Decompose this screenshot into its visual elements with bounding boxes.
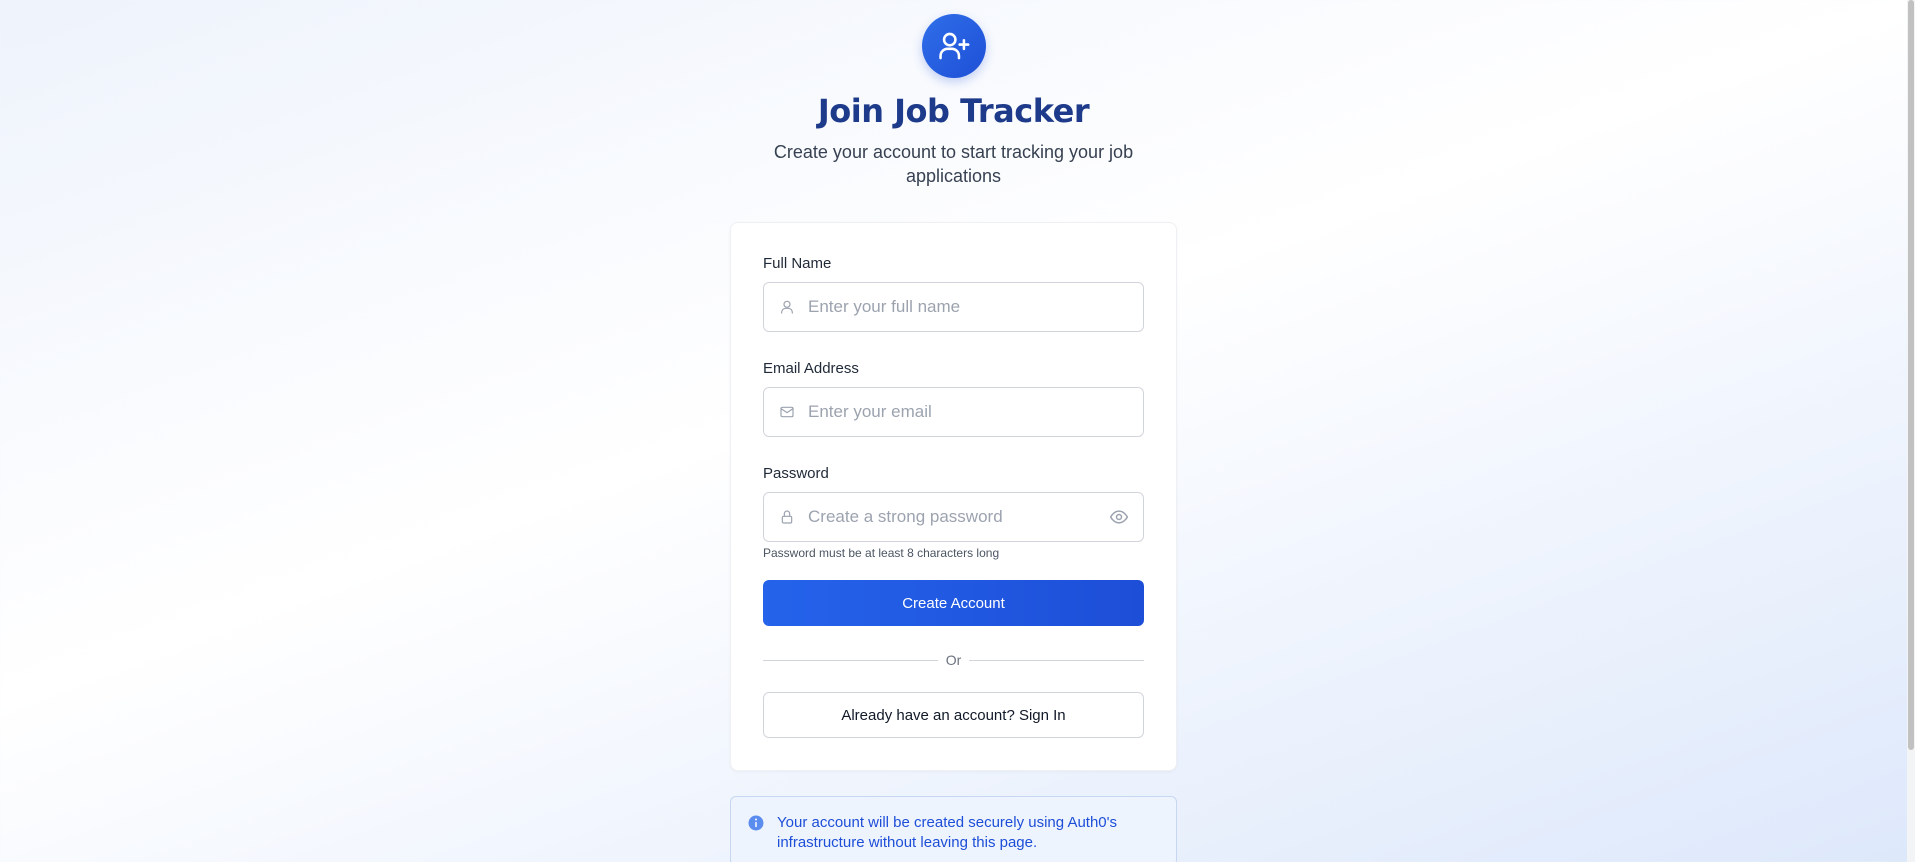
full-name-field[interactable] bbox=[763, 282, 1144, 332]
password-input[interactable] bbox=[808, 507, 1109, 527]
scrollbar-thumb[interactable] bbox=[1908, 0, 1914, 750]
signup-page: Join Job Tracker Create your account to … bbox=[0, 0, 1907, 862]
info-icon bbox=[747, 814, 765, 837]
create-account-button[interactable]: Create Account bbox=[763, 580, 1144, 626]
scrollbar[interactable] bbox=[1907, 0, 1915, 862]
user-plus-icon bbox=[938, 32, 969, 60]
page-title: Join Job Tracker bbox=[817, 92, 1090, 130]
password-hint: Password must be at least 8 characters l… bbox=[763, 546, 1000, 560]
email-group: Email Address bbox=[763, 360, 1144, 437]
password-field[interactable] bbox=[763, 492, 1144, 542]
eye-icon[interactable] bbox=[1109, 507, 1129, 527]
full-name-group: Full Name bbox=[763, 255, 1144, 332]
lock-icon bbox=[778, 508, 796, 526]
full-name-label: Full Name bbox=[763, 255, 832, 272]
password-label: Password bbox=[763, 465, 829, 482]
page-subtitle: Create your account to start tracking yo… bbox=[773, 142, 1134, 186]
sign-in-button[interactable]: Already have an account? Sign In bbox=[763, 692, 1144, 738]
info-text: Your account will be created securely us… bbox=[777, 814, 1118, 851]
divider-line-right bbox=[969, 659, 1144, 661]
info-banner: Your account will be created securely us… bbox=[730, 796, 1177, 862]
divider-text: Or bbox=[945, 652, 962, 668]
divider-line-left bbox=[763, 659, 938, 661]
password-group: Password Password must be at least 8 cha… bbox=[763, 465, 1144, 560]
email-field[interactable] bbox=[763, 387, 1144, 437]
email-input[interactable] bbox=[808, 402, 1129, 422]
email-label: Email Address bbox=[763, 360, 859, 377]
user-icon bbox=[778, 298, 796, 316]
logo-badge bbox=[921, 14, 986, 78]
or-divider: Or bbox=[763, 652, 1144, 668]
full-name-input[interactable] bbox=[808, 297, 1129, 317]
mail-icon bbox=[778, 403, 796, 421]
signup-card: Full Name Email Address bbox=[730, 222, 1177, 771]
